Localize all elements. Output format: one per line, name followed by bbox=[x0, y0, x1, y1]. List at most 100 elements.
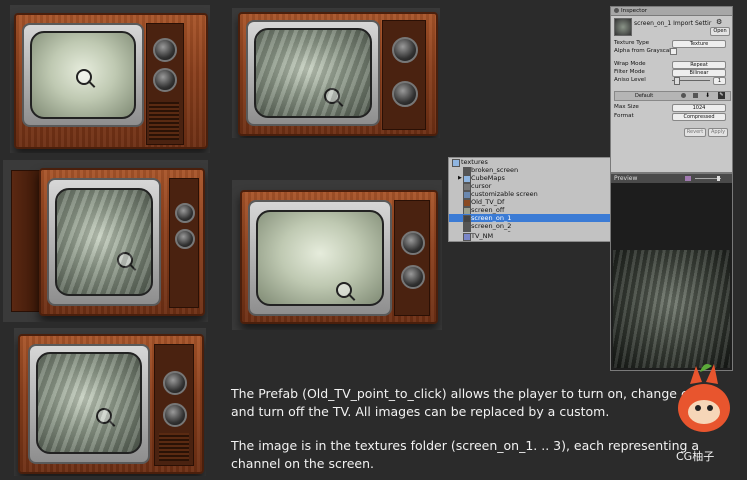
tv-bezel bbox=[47, 178, 161, 306]
aniso-level-label: Aniso Level bbox=[614, 77, 646, 83]
wrap-mode-select[interactable]: Repeat bbox=[672, 61, 726, 69]
tv-bezel bbox=[22, 23, 144, 127]
aniso-slider-thumb[interactable] bbox=[674, 77, 680, 85]
asset-row-selected[interactable]: screen_on_1 bbox=[449, 214, 610, 223]
tv-render-noise-1 bbox=[232, 8, 440, 138]
asset-label: cursor bbox=[471, 182, 492, 190]
inspector-filler bbox=[610, 139, 733, 173]
format-select[interactable]: Compressed bbox=[672, 113, 726, 121]
knob-panel bbox=[154, 344, 194, 466]
wrap-mode-label: Wrap Mode bbox=[614, 61, 646, 67]
rgb-toggle-icon[interactable] bbox=[685, 176, 691, 181]
texture-type-label: Texture Type bbox=[614, 40, 650, 46]
platform-tab-default[interactable]: Default bbox=[635, 93, 653, 99]
channel-knob bbox=[175, 203, 195, 223]
asset-label: Old_TV_Df bbox=[471, 198, 505, 206]
asset-row[interactable]: screen_on_2 bbox=[449, 222, 610, 231]
apply-button[interactable]: Apply bbox=[708, 128, 728, 137]
download-platform-icon[interactable]: ⬇ bbox=[705, 92, 710, 99]
tv-body bbox=[14, 13, 208, 149]
edit-platform-icon[interactable]: ✎ bbox=[718, 92, 725, 99]
texture-icon bbox=[463, 233, 471, 241]
magnifier-cursor-icon bbox=[96, 408, 112, 424]
tv-screen bbox=[36, 352, 142, 454]
tv-render-off bbox=[10, 5, 210, 153]
watermark-text: CG柚子 bbox=[676, 450, 715, 463]
tv-screen bbox=[30, 31, 136, 119]
tv-bezel bbox=[28, 344, 150, 464]
tv-body bbox=[18, 334, 204, 474]
project-panel-tail: TV_NM bbox=[448, 232, 611, 242]
asset-label: screen_on_2 bbox=[471, 222, 512, 230]
caption-line-3: The image is in the textures folder (scr… bbox=[231, 438, 700, 453]
preview-panel: Preview bbox=[610, 173, 733, 371]
channel-knob bbox=[163, 371, 187, 395]
filter-mode-select[interactable]: Bilinear bbox=[672, 69, 726, 77]
folder-row-textures[interactable]: textures bbox=[449, 158, 610, 167]
asset-label: TV_NM bbox=[471, 232, 494, 240]
max-size-select[interactable]: 1024 bbox=[672, 104, 726, 112]
tv-body bbox=[240, 190, 438, 324]
channel-knob bbox=[401, 231, 425, 255]
magnifier-cursor-icon bbox=[324, 88, 340, 104]
caption-line-2: and turn off the TV. All images can be r… bbox=[231, 404, 610, 419]
standalone-platform-icon[interactable] bbox=[693, 93, 698, 98]
settings-gear-icon[interactable]: ⚙ bbox=[716, 18, 722, 26]
tv-render-noise-3 bbox=[14, 328, 206, 476]
preview-title: Preview bbox=[614, 175, 638, 182]
open-button[interactable]: Open bbox=[710, 27, 730, 36]
inspector-tab-label: Inspector bbox=[621, 8, 648, 14]
asset-row[interactable]: broken_screen bbox=[449, 166, 610, 175]
magnifier-cursor-icon bbox=[117, 252, 133, 268]
asset-row[interactable]: cursor bbox=[449, 182, 610, 191]
aniso-level-input[interactable]: 1 bbox=[713, 77, 726, 85]
asset-row[interactable]: customizable screen bbox=[449, 190, 610, 199]
folder-label: textures bbox=[461, 158, 488, 166]
caption-line-4: channel on the screen. bbox=[231, 456, 374, 471]
asset-row[interactable]: screen_off bbox=[449, 206, 610, 215]
mip-slider-thumb[interactable] bbox=[717, 176, 720, 181]
knob-panel bbox=[382, 20, 426, 130]
speaker-grill bbox=[149, 102, 179, 140]
asset-label: broken_screen bbox=[471, 166, 519, 174]
citrus-mascot-icon bbox=[678, 364, 730, 432]
channel-knob bbox=[392, 37, 418, 63]
knob-panel bbox=[394, 200, 430, 316]
asset-thumbnail bbox=[614, 18, 632, 36]
asset-label: screen_on_1 bbox=[471, 214, 512, 222]
web-platform-icon[interactable] bbox=[681, 93, 686, 98]
inspector-tab[interactable]: Inspector bbox=[611, 7, 732, 16]
texture-type-select[interactable]: Texture bbox=[672, 40, 726, 48]
info-icon bbox=[614, 8, 619, 13]
tv-render-off-2 bbox=[232, 180, 442, 330]
tv-bezel bbox=[246, 20, 380, 126]
tv-screen bbox=[256, 210, 384, 306]
knob-panel bbox=[169, 178, 199, 308]
preview-header: Preview bbox=[611, 174, 732, 183]
tv-render-noise-2 bbox=[3, 160, 208, 322]
magnifier-cursor-icon bbox=[336, 282, 352, 298]
asset-row[interactable]: TV_NM bbox=[449, 232, 610, 241]
asset-label: customizable screen bbox=[471, 190, 538, 198]
expand-arrow-icon[interactable]: ▶ bbox=[458, 174, 462, 182]
caption-line-1: The Prefab (Old_TV_point_to_click) allow… bbox=[231, 386, 704, 401]
asset-label: CubeMaps bbox=[471, 174, 505, 182]
volume-knob bbox=[153, 68, 177, 92]
alpha-grayscale-label: Alpha from Grayscal bbox=[614, 48, 671, 54]
inspector-panel: Inspector screen_on_1 Import Settir ⚙ Op… bbox=[610, 6, 733, 140]
volume-knob bbox=[175, 229, 195, 249]
max-size-label: Max Size bbox=[614, 104, 639, 110]
tv-body bbox=[39, 168, 205, 316]
asset-label: screen_off bbox=[471, 206, 505, 214]
volume-knob bbox=[401, 265, 425, 289]
asset-row[interactable]: ▶ CubeMaps bbox=[449, 174, 610, 183]
alpha-grayscale-checkbox[interactable] bbox=[670, 48, 677, 55]
texture-preview-image bbox=[613, 250, 730, 368]
volume-knob bbox=[392, 81, 418, 107]
revert-button[interactable]: Revert bbox=[684, 128, 706, 137]
format-label: Format bbox=[614, 113, 634, 119]
volume-knob bbox=[163, 403, 187, 427]
tv-body bbox=[238, 12, 438, 136]
asset-row[interactable]: Old_TV_Df bbox=[449, 198, 610, 207]
project-panel: textures broken_screen ▶ CubeMaps cursor… bbox=[448, 157, 611, 242]
